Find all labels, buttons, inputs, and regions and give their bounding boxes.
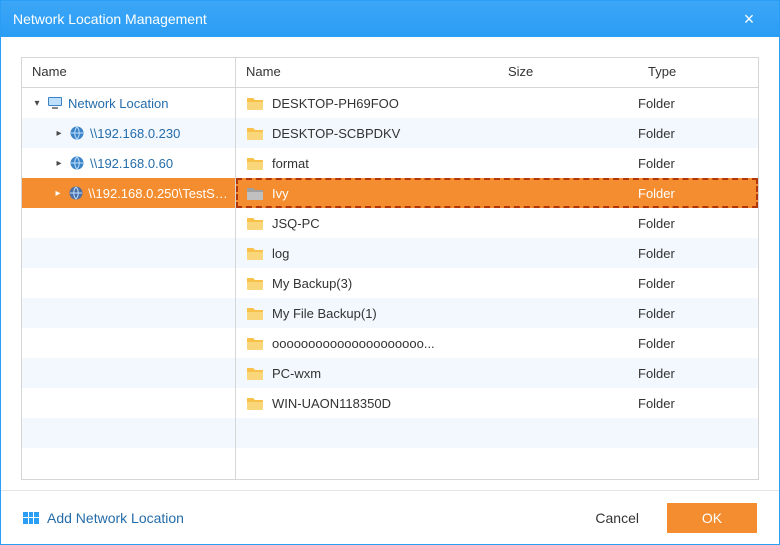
window-title: Network Location Management (13, 11, 731, 27)
ok-label: OK (702, 510, 722, 526)
list-row-type: Folder (638, 336, 758, 351)
list-row-type: Folder (638, 276, 758, 291)
list-row-name: format (272, 156, 498, 171)
folder-icon (246, 184, 264, 202)
list-row-name: WIN-UAON118350D (272, 396, 498, 411)
folder-icon (246, 94, 264, 112)
list-header-type[interactable]: Type (638, 58, 758, 87)
add-network-location-label: Add Network Location (47, 510, 184, 526)
tree-row[interactable]: ▸ \\192.168.0.60 (22, 148, 235, 178)
tree-row-label: Network Location (68, 96, 168, 111)
title-bar: Network Location Management × (1, 1, 779, 37)
folder-icon (246, 244, 264, 262)
tree-row[interactable]: ▾ Network Location (22, 88, 235, 118)
folder-icon (246, 394, 264, 412)
list-row-type: Folder (638, 186, 758, 201)
tree-body: ▾ Network Location ▸ \\192.168.0.230 ▸ \\192.… (22, 88, 235, 479)
list-row-name: My Backup(3) (272, 276, 498, 291)
list-row[interactable]: format Folder (236, 148, 758, 178)
list-row-type: Folder (638, 216, 758, 231)
globe-icon (68, 124, 86, 142)
list-row[interactable]: WIN-UAON118350D Folder (236, 388, 758, 418)
folder-icon (246, 334, 264, 352)
list-row-type: Folder (638, 246, 758, 261)
list-row-name: DESKTOP-PH69FOO (272, 96, 498, 111)
list-row-type: Folder (638, 306, 758, 321)
list-row-name: Ivy (272, 186, 498, 201)
chevron-right-icon[interactable]: ▸ (50, 128, 68, 139)
list-row-type: Folder (638, 126, 758, 141)
list-row-empty (236, 418, 758, 448)
tree-header-name[interactable]: Name (22, 58, 235, 87)
list-body: DESKTOP-PH69FOO Folder DESKTOP-SCBPDKV Fold… (236, 88, 758, 479)
tree-row-label: \\192.168.0.230 (90, 126, 180, 141)
tree-row[interactable]: ▸ \\192.168.0.250\TestSh... (22, 178, 235, 208)
folder-icon (246, 214, 264, 232)
list-row-type: Folder (638, 96, 758, 111)
tree-header-row: Name (22, 58, 235, 88)
folder-icon (246, 304, 264, 322)
tree-row-empty (22, 238, 235, 268)
tree-row-empty (22, 418, 235, 448)
add-icon (23, 512, 39, 524)
cancel-label: Cancel (595, 510, 639, 526)
list-header-name[interactable]: Name (236, 58, 498, 87)
content-area: Name ▾ Network Location ▸ \\192.168.0.230 ▸ \… (1, 37, 779, 490)
tree-row-empty (22, 268, 235, 298)
tree-row-empty (22, 328, 235, 358)
folder-icon (246, 154, 264, 172)
tree-panel: Name ▾ Network Location ▸ \\192.168.0.230 ▸ \… (21, 57, 236, 480)
tree-row-empty (22, 298, 235, 328)
list-panel: Name Size Type DESKTOP-PH69FOOFolderDESK… (236, 57, 759, 480)
list-row[interactable]: My File Backup(1) Folder (236, 298, 758, 328)
folder-icon (246, 364, 264, 382)
list-row[interactable]: My Backup(3) Folder (236, 268, 758, 298)
list-row[interactable]: log Folder (236, 238, 758, 268)
footer-bar: Add Network Location Cancel OK (1, 490, 779, 544)
tree-row-empty (22, 208, 235, 238)
tree-row-label: \\192.168.0.60 (90, 156, 173, 171)
cancel-button[interactable]: Cancel (581, 504, 653, 532)
tree-row[interactable]: ▸ \\192.168.0.230 (22, 118, 235, 148)
tree-row-label: \\192.168.0.250\TestSh... (88, 186, 229, 201)
list-header-size[interactable]: Size (498, 58, 638, 87)
list-row-name: DESKTOP-SCBPDKV (272, 126, 498, 141)
list-row[interactable]: JSQ-PC Folder (236, 208, 758, 238)
list-row-name: log (272, 246, 498, 261)
computer-icon (46, 94, 64, 112)
list-row[interactable]: Ivy Folder (236, 178, 758, 208)
close-button[interactable]: × (731, 9, 767, 30)
list-row-type: Folder (638, 156, 758, 171)
list-row-name: JSQ-PC (272, 216, 498, 231)
ok-button[interactable]: OK (667, 503, 757, 533)
list-row-name: PC-wxm (272, 366, 498, 381)
chevron-right-icon[interactable]: ▸ (49, 188, 67, 199)
tree-row-empty (22, 388, 235, 418)
list-row[interactable]: DESKTOP-SCBPDKV Folder (236, 118, 758, 148)
globe-icon (67, 184, 85, 202)
list-row-name: My File Backup(1) (272, 306, 498, 321)
tree-row-empty (22, 448, 235, 478)
list-row-type: Folder (638, 396, 758, 411)
list-row-name: ooooooooooooooooooooo... (272, 336, 498, 351)
globe-icon (68, 154, 86, 172)
chevron-down-icon[interactable]: ▾ (28, 98, 46, 109)
tree-row-empty (22, 358, 235, 388)
list-row[interactable]: PC-wxm Folder (236, 358, 758, 388)
chevron-right-icon[interactable]: ▸ (50, 158, 68, 169)
add-network-location-button[interactable]: Add Network Location (23, 510, 184, 526)
dialog-window: Network Location Management × Name ▾ Netw… (0, 0, 780, 545)
folder-icon (246, 274, 264, 292)
folder-icon (246, 124, 264, 142)
list-row[interactable]: ooooooooooooooooooooo... Folder (236, 328, 758, 358)
list-header-row: Name Size Type (236, 58, 758, 88)
list-row[interactable]: DESKTOP-PH69FOO Folder (236, 88, 758, 118)
list-row-empty (236, 448, 758, 478)
list-row-type: Folder (638, 366, 758, 381)
